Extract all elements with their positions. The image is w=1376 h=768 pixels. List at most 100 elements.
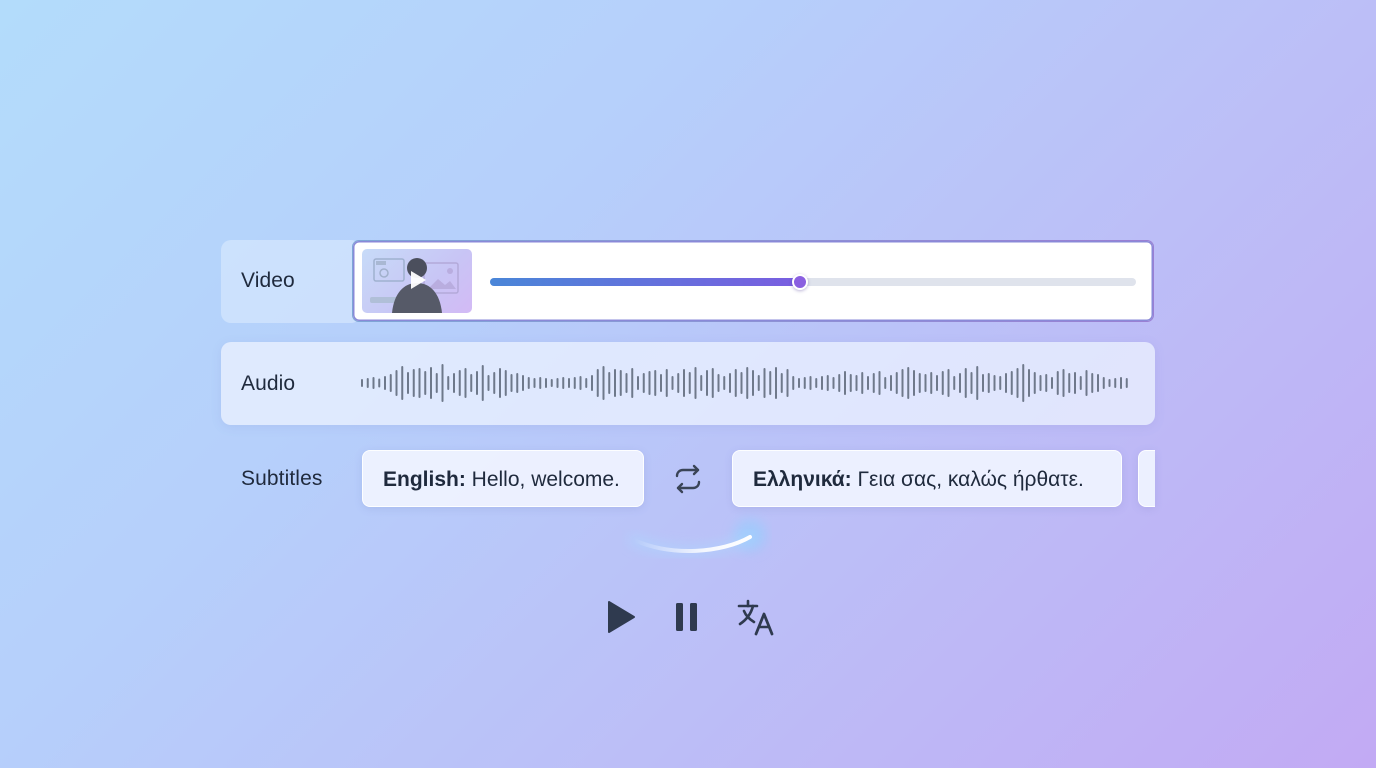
waveform-bar bbox=[631, 368, 634, 398]
waveform-bar bbox=[418, 368, 421, 398]
waveform-bar bbox=[809, 376, 812, 390]
video-label: Video bbox=[241, 269, 295, 292]
waveform-bar bbox=[844, 371, 846, 395]
waveform-bar bbox=[487, 375, 490, 391]
waveform-bar bbox=[510, 374, 513, 392]
waveform-bar bbox=[861, 372, 864, 394]
waveform-bar bbox=[763, 368, 766, 398]
subtitle-source-pill[interactable]: English: Hello, welcome. bbox=[362, 450, 644, 507]
thumb-mountain-shape bbox=[428, 279, 456, 289]
pause-button[interactable] bbox=[672, 598, 702, 641]
video-progress-track[interactable] bbox=[490, 274, 1136, 290]
waveform-bar bbox=[401, 366, 404, 400]
waveform-bar bbox=[947, 369, 950, 397]
waveform-bar bbox=[878, 371, 881, 395]
waveform-bar bbox=[884, 377, 887, 389]
pause-icon bbox=[676, 603, 697, 631]
waveform-bar bbox=[1097, 374, 1099, 392]
video-progress-fill bbox=[490, 278, 800, 286]
waveform-bar bbox=[637, 376, 639, 390]
video-thumbnail[interactable] bbox=[362, 249, 472, 313]
waveform-bar bbox=[1005, 373, 1007, 393]
waveform-bar bbox=[775, 367, 777, 399]
source-language-label: English: bbox=[383, 468, 472, 491]
waveform-bar bbox=[700, 375, 703, 391]
waveform-bar bbox=[711, 368, 714, 398]
waveform-bar bbox=[654, 370, 657, 396]
waveform-bar bbox=[752, 370, 754, 396]
waveform-bar bbox=[734, 369, 737, 397]
waveform-bar bbox=[1114, 378, 1117, 388]
waveform-bar bbox=[740, 372, 743, 394]
waveform-bar bbox=[941, 371, 944, 395]
target-language-label: Ελληνικά: bbox=[753, 468, 858, 491]
waveform-bar bbox=[499, 368, 501, 398]
waveform-bar bbox=[901, 369, 904, 397]
waveform-bar bbox=[614, 369, 616, 397]
audio-waveform[interactable] bbox=[360, 362, 1135, 404]
waveform-bar bbox=[821, 376, 823, 390]
waveform-bar bbox=[562, 377, 565, 389]
video-scrub-handle[interactable] bbox=[792, 274, 808, 290]
waveform-bar bbox=[959, 373, 961, 393]
thumb-window-bar bbox=[376, 261, 386, 265]
waveform-bar bbox=[625, 373, 628, 393]
waveform-bar bbox=[516, 373, 519, 393]
waveform-bar bbox=[694, 367, 697, 399]
waveform-bar bbox=[522, 375, 524, 391]
waveform-bar bbox=[671, 376, 674, 390]
swap-icon bbox=[675, 464, 701, 494]
waveform-bar bbox=[481, 365, 484, 401]
waveform-bar bbox=[579, 376, 582, 390]
waveform-bar bbox=[895, 372, 898, 394]
video-row: Video bbox=[221, 240, 1155, 323]
waveform-bar bbox=[798, 378, 800, 388]
waveform-bar bbox=[849, 374, 852, 392]
subtitle-target-pill[interactable]: Ελληνικά: Γεια σας, καλώς ήρθατε. bbox=[732, 450, 1122, 507]
waveform-bar bbox=[389, 374, 392, 392]
waveform-bar bbox=[602, 366, 605, 400]
waveform-bar bbox=[792, 376, 795, 390]
thumb-circle-shape bbox=[379, 268, 389, 278]
waveform-bar bbox=[1010, 371, 1013, 395]
waveform-bar bbox=[527, 377, 530, 389]
waveform-bar bbox=[769, 371, 772, 395]
waveform-bar bbox=[378, 378, 381, 388]
subtitle-next-pill[interactable] bbox=[1138, 450, 1155, 507]
waveform-bar bbox=[953, 376, 956, 390]
waveform-bar bbox=[1079, 376, 1082, 390]
waveform-bar bbox=[539, 377, 542, 389]
waveform-bar bbox=[395, 370, 398, 396]
waveform-bar bbox=[430, 367, 432, 399]
waveform-bar bbox=[838, 374, 841, 392]
waveform-bar bbox=[964, 368, 967, 398]
waveform-bar bbox=[493, 372, 496, 394]
source-subtitle-text: Hello, welcome. bbox=[471, 468, 620, 491]
waveform-bar bbox=[361, 379, 363, 387]
waveform-bar bbox=[1056, 371, 1059, 395]
waveform-bar bbox=[1062, 369, 1065, 397]
audio-row: Audio bbox=[221, 342, 1155, 425]
waveform-bar bbox=[1125, 378, 1128, 388]
waveform-bar bbox=[447, 376, 450, 390]
swap-languages-button[interactable] bbox=[671, 462, 705, 501]
waveform-bar bbox=[976, 366, 979, 400]
waveform-bar bbox=[596, 369, 599, 397]
waveform-bar bbox=[412, 369, 415, 397]
waveform-bar bbox=[608, 372, 611, 394]
waveform-bar bbox=[1085, 370, 1088, 396]
waveform-bar bbox=[470, 374, 473, 392]
subtitles-label: Subtitles bbox=[241, 467, 323, 490]
waveform-bar bbox=[1074, 372, 1076, 394]
waveform-bar bbox=[780, 373, 783, 393]
waveform-bar bbox=[545, 378, 547, 388]
translate-button[interactable] bbox=[736, 598, 778, 643]
waveform-bar bbox=[815, 378, 818, 388]
waveform-bar bbox=[688, 372, 691, 394]
waveform-bar bbox=[441, 364, 444, 402]
play-button[interactable] bbox=[604, 598, 638, 641]
waveform-bar bbox=[642, 373, 645, 393]
waveform-bar bbox=[568, 378, 570, 388]
waveform-bar bbox=[585, 378, 588, 388]
waveform-bar bbox=[993, 375, 996, 391]
